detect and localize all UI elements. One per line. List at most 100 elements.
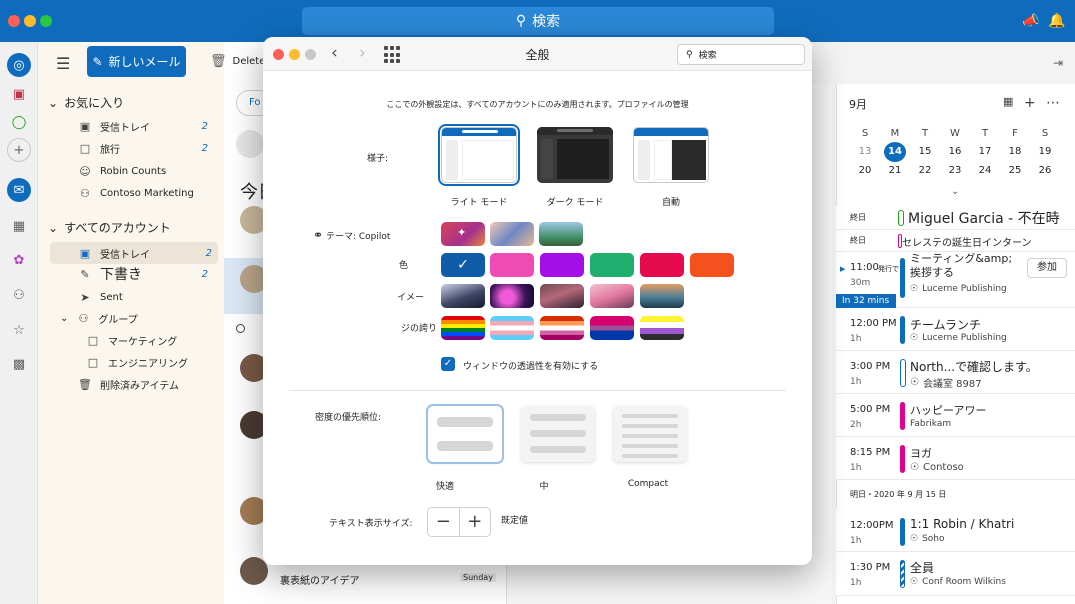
color-swatch-green[interactable] <box>590 253 634 277</box>
calendar-day[interactable]: 26 <box>1034 161 1056 181</box>
briefcase-icon[interactable]: ▣ <box>7 82 31 106</box>
calendar-day[interactable]: 23 <box>944 161 966 181</box>
new-mail-button[interactable]: ✎ 新しいメール <box>87 46 186 77</box>
more-options-icon[interactable]: ⋯ <box>1046 95 1060 111</box>
add-app-icon[interactable]: + <box>7 138 31 162</box>
calendar-day-today[interactable]: 14 <box>884 142 906 162</box>
dark-mode-option[interactable] <box>537 127 613 183</box>
density-comfortable-option[interactable] <box>426 404 504 464</box>
calendar-event[interactable]: 12:00 PM 1h チームランチ ☉ Lucerne Publishing <box>836 308 1075 351</box>
window-minimize-button[interactable] <box>24 15 36 27</box>
filter-icon[interactable] <box>236 130 264 158</box>
event-location: ☉ Conf Room Wilkins <box>910 577 1006 587</box>
calendar-view-icon[interactable]: ▦ <box>1003 95 1013 108</box>
calendar-day[interactable]: 24 <box>974 161 996 181</box>
calendar-day[interactable]: 21 <box>884 161 906 181</box>
window-zoom-button[interactable] <box>40 15 52 27</box>
delete-button[interactable]: 🗑 Delete <box>210 54 265 69</box>
calendar-icon[interactable]: ▦ <box>7 214 31 238</box>
calendar-day[interactable]: 16 <box>944 142 966 162</box>
color-swatch-blue-selected[interactable]: ✓ <box>441 253 485 277</box>
window-close-button[interactable] <box>8 15 20 27</box>
expand-calendar-chevron-icon[interactable]: ⌄ <box>951 186 959 197</box>
apps-icon[interactable]: ▩ <box>7 352 31 376</box>
auto-mode-option[interactable] <box>633 127 709 183</box>
reset-default-button[interactable]: 既定値 <box>501 513 528 526</box>
calendar-day[interactable]: 13 <box>854 142 876 162</box>
transparency-checkbox[interactable]: ✓ <box>441 357 455 371</box>
group-icon: ⚇ <box>78 311 89 325</box>
copilot-icon[interactable]: ✿ <box>7 248 31 272</box>
calendar-day[interactable]: 20 <box>854 161 876 181</box>
account-sent[interactable]: ➤ Sent <box>78 287 214 307</box>
decrease-text-size-button[interactable]: − <box>428 508 459 536</box>
radio-icon[interactable] <box>236 324 245 333</box>
collapse-pane-icon[interactable]: ⇥ <box>1053 56 1063 70</box>
add-event-icon[interactable]: + <box>1024 95 1036 111</box>
image-theme-option[interactable] <box>441 284 485 308</box>
event-location-text: Contoso <box>922 462 964 473</box>
image-theme-option[interactable] <box>590 284 634 308</box>
color-swatch-red[interactable] <box>640 253 684 277</box>
pride-theme-option[interactable] <box>640 316 684 340</box>
color-swatch-pink[interactable] <box>490 253 534 277</box>
globe-icon[interactable]: ◎ <box>7 53 31 77</box>
color-swatch-purple[interactable] <box>540 253 584 277</box>
star-icon[interactable]: ☆ <box>7 318 31 342</box>
landscape-theme-option[interactable] <box>539 222 583 246</box>
appearance-notice: ここでの外観設定は、すべてのアカウントにのみ適用されます。プロファイルの管理 <box>386 100 689 109</box>
calendar-event[interactable]: 終日 セレステの誕生日インターン <box>836 230 1075 252</box>
calendar-event[interactable]: 3:00 PM 1h North...で確認します。 ☉ 会議室 8987 <box>836 351 1075 394</box>
calendar-event[interactable]: 12:00PM 1h 1:1 Robin / Khatri ☉ Soho <box>836 508 1075 552</box>
account-deleted-items[interactable]: 🗑 削除済みアイテム <box>78 374 214 394</box>
copilot-theme-option[interactable]: ✦ <box>441 222 485 246</box>
calendar-event[interactable]: 8:15 PM 1h ヨガ ☉ Contoso <box>836 437 1075 480</box>
pride-theme-option[interactable] <box>441 316 485 340</box>
favorite-contoso-marketing[interactable]: ⚇ Contoso Marketing <box>78 183 214 203</box>
account-drafts[interactable]: ✎ 下書き 2 <box>78 264 214 284</box>
color-swatch-orange[interactable] <box>690 253 734 277</box>
calendar-day[interactable]: 17 <box>974 142 996 162</box>
top-search-box[interactable]: ⚲ 検索 <box>302 7 774 35</box>
pride-theme-option[interactable] <box>490 316 534 340</box>
pride-theme-option[interactable] <box>590 316 634 340</box>
account-groups[interactable]: ⌄ ⚇ グループ <box>60 308 196 328</box>
density-medium-option[interactable] <box>521 406 595 462</box>
hamburger-menu-icon[interactable]: ☰ <box>56 54 70 73</box>
mail-icon[interactable]: ✉ <box>7 178 31 202</box>
calendar-day[interactable]: 22 <box>914 161 936 181</box>
favorite-robin-counts[interactable]: ☺ Robin Counts <box>78 161 214 181</box>
calendar-day[interactable]: 19 <box>1034 142 1056 162</box>
calendar-event[interactable]: 終日 Miguel Garcia - 不在時 <box>836 206 1075 230</box>
image-theme-option[interactable] <box>640 284 684 308</box>
increase-text-size-button[interactable]: + <box>458 508 491 536</box>
megaphone-icon[interactable]: 📣 <box>1022 12 1040 30</box>
light-mode-option[interactable] <box>438 124 520 186</box>
calendar-day[interactable]: 18 <box>1004 142 1026 162</box>
sunrise-theme-option[interactable] <box>490 222 534 246</box>
calendar-event[interactable]: 5:00 PM 2h ハッピーアワー Fabrikam <box>836 394 1075 437</box>
join-meeting-button[interactable]: 参加 <box>1027 258 1067 278</box>
settings-search-input[interactable]: ⚲ 検索 <box>677 44 805 65</box>
location-pin-icon: ☉ <box>910 577 919 587</box>
text-size-label: テキスト表示サイズ: <box>329 519 413 529</box>
favorite-inbox[interactable]: ▣ 受信トレイ 2 <box>78 116 214 136</box>
favorites-header[interactable]: ⌄ お気に入り <box>48 94 124 111</box>
pride-theme-option[interactable] <box>540 316 584 340</box>
image-theme-option[interactable] <box>490 284 534 308</box>
image-theme-option[interactable] <box>540 284 584 308</box>
person-icon[interactable]: ◯ <box>7 110 31 134</box>
group-engineering[interactable]: □ エンジニアリング <box>86 352 222 372</box>
favorite-travel[interactable]: □ 旅行 2 <box>78 138 214 158</box>
account-inbox[interactable]: ▣ 受信トレイ 2 <box>50 242 218 264</box>
all-accounts-header[interactable]: ⌄ すべてのアカウント <box>48 219 171 236</box>
group-marketing[interactable]: □ マーケティング <box>86 330 222 350</box>
people-icon[interactable]: ⚇ <box>7 283 31 307</box>
dialog-header: ‹ › 全般 ⚲ 検索 <box>263 37 812 71</box>
density-compact-option[interactable] <box>613 406 687 462</box>
calendar-event[interactable]: 1:30 PM 1h 全員 ☉ Conf Room Wilkins <box>836 552 1075 596</box>
calendar-day[interactable]: 15 <box>914 142 936 162</box>
new-mail-label: 新しいメール <box>108 55 181 69</box>
bell-icon[interactable]: 🔔 <box>1048 12 1066 30</box>
calendar-day[interactable]: 25 <box>1004 161 1026 181</box>
